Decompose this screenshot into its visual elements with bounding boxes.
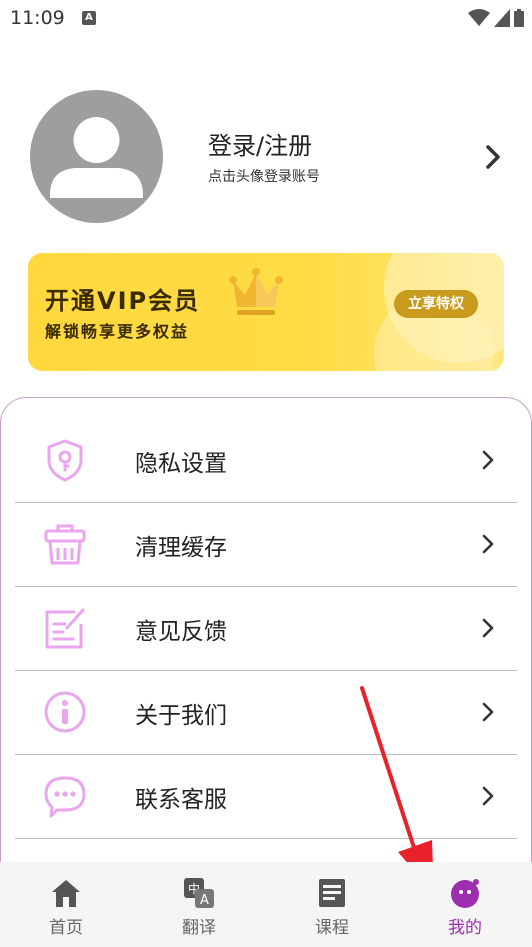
bottom-nav: 首页 中 A 翻译 课程 我的 xyxy=(0,862,532,947)
status-time: 11:09 xyxy=(10,7,65,29)
nav-tab-mine[interactable]: 我的 xyxy=(425,876,505,938)
login-subtitle: 点击头像登录账号 xyxy=(208,169,320,185)
profile-face-icon xyxy=(451,879,479,908)
menu-item-privacy[interactable]: 隐私设置 xyxy=(15,418,517,503)
svg-text:A: A xyxy=(200,893,209,908)
status-indicators xyxy=(468,9,524,27)
avatar[interactable] xyxy=(30,90,163,223)
home-icon xyxy=(52,880,80,907)
vip-title: 开通VIP会员 xyxy=(45,287,201,315)
nav-tab-translate[interactable]: 中 A 翻译 xyxy=(159,876,239,938)
chevron-right-icon xyxy=(482,702,494,722)
login-title[interactable]: 登录/注册 xyxy=(208,126,312,161)
translate-icon: 中 A xyxy=(184,878,214,908)
chevron-right-icon xyxy=(482,534,494,554)
nav-label: 首页 xyxy=(49,918,83,938)
chat-bubble-icon xyxy=(44,776,86,818)
chevron-right-icon[interactable] xyxy=(484,144,502,170)
trash-bin-icon xyxy=(44,524,86,565)
feedback-edit-icon xyxy=(45,608,85,649)
nav-tab-course[interactable]: 课程 xyxy=(292,876,372,938)
chevron-right-icon xyxy=(482,618,494,638)
nav-label: 我的 xyxy=(448,918,482,938)
menu-item-feedback[interactable]: 意见反馈 xyxy=(15,586,517,671)
menu-label: 隐私设置 xyxy=(135,451,227,477)
crown-icon xyxy=(229,268,283,315)
vip-privilege-button[interactable]: 立享特权 xyxy=(394,290,478,318)
nav-label: 课程 xyxy=(315,918,349,938)
vip-subtitle: 解锁畅享更多权益 xyxy=(45,322,190,341)
cellular-icon xyxy=(494,9,510,27)
status-bar: 11:09 A xyxy=(0,0,532,36)
chevron-right-icon xyxy=(482,450,494,470)
menu-label: 关于我们 xyxy=(135,703,227,729)
vip-banner[interactable]: 开通VIP会员 解锁畅享更多权益 立享特权 xyxy=(28,253,504,371)
shield-key-icon xyxy=(47,439,83,482)
info-icon xyxy=(44,691,86,733)
menu-label: 清理缓存 xyxy=(135,535,227,561)
menu-item-clear-cache[interactable]: 清理缓存 xyxy=(15,502,517,587)
chevron-right-icon xyxy=(482,786,494,806)
nav-label: 翻译 xyxy=(182,918,216,938)
course-icon xyxy=(319,879,345,907)
nav-tab-home[interactable]: 首页 xyxy=(26,876,106,938)
wifi-icon xyxy=(468,9,490,26)
notification-icon: A xyxy=(82,11,96,25)
menu-label: 意见反馈 xyxy=(135,619,227,645)
menu-label: 联系客服 xyxy=(135,787,227,813)
battery-icon xyxy=(514,9,524,27)
default-avatar-icon xyxy=(50,117,143,198)
